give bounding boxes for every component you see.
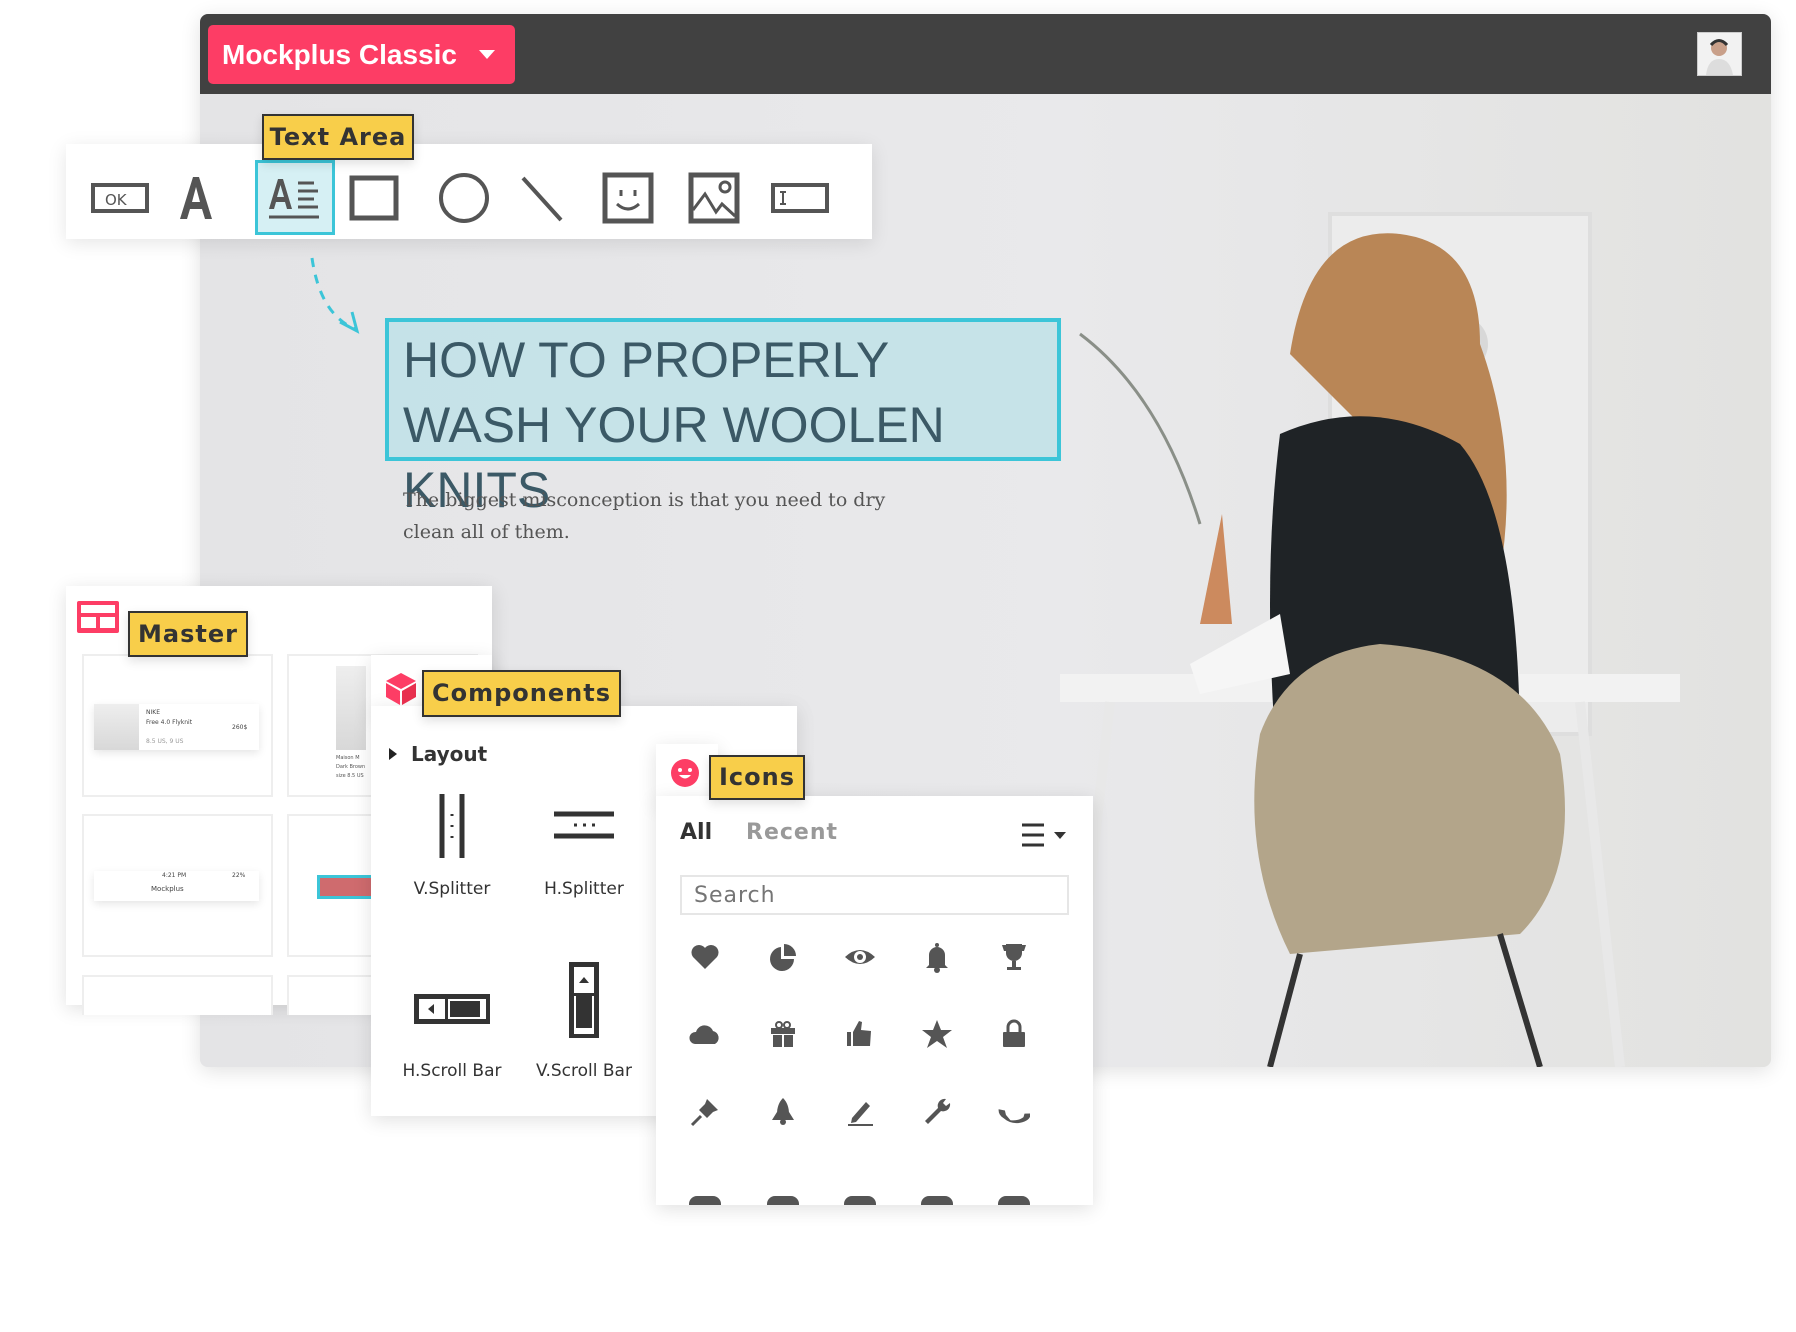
tool-text-input[interactable]: [760, 160, 840, 235]
thumb-size: size 8.5 US: [336, 773, 364, 779]
thumbs-up-icon[interactable]: [838, 1012, 882, 1056]
pie-chart-icon[interactable]: [761, 935, 805, 979]
thumb-time: 4:21 PM: [162, 872, 187, 879]
svg-text:OK: OK: [105, 191, 128, 209]
button-ok-icon: OK: [91, 182, 149, 213]
component-h-scroll-bar[interactable]: H.Scroll Bar: [377, 976, 527, 1081]
component-v-splitter[interactable]: V.Splitter: [377, 794, 527, 899]
list-view-menu-icon[interactable]: [1020, 822, 1070, 848]
component-label: V.Scroll Bar: [536, 1061, 632, 1081]
icons-label: Icons: [709, 755, 805, 800]
clipped-icon[interactable]: [767, 1196, 799, 1205]
trophy-icon[interactable]: [992, 935, 1036, 979]
tab-all[interactable]: All: [680, 820, 712, 845]
icons-smiley-icon: [671, 759, 699, 787]
tool-button[interactable]: OK: [81, 160, 161, 235]
thumb-size: 8.5 US, 9 US: [146, 738, 184, 745]
master-thumb[interactable]: 4:21 PM 22% Mockplus: [82, 814, 273, 957]
master-thumb[interactable]: NIKE Free 4.0 Flyknit 260$ 8.5 US, 9 US: [82, 654, 273, 797]
thumb-product: Dark Brown: [336, 764, 366, 770]
tool-line[interactable]: [502, 160, 582, 235]
thumb-product: Free 4.0 Flyknit: [146, 719, 193, 726]
icons-panel: All Recent: [656, 796, 1093, 1205]
master-icon: [77, 601, 119, 633]
text-area-icon: [269, 178, 319, 218]
thumb-price: 260$: [232, 724, 248, 731]
app-title: Mockplus Classic: [222, 39, 457, 70]
gift-icon[interactable]: [761, 1012, 805, 1056]
component-toolbar: OK: [66, 144, 872, 239]
icon-search-input[interactable]: [680, 875, 1069, 915]
component-label: H.Splitter: [544, 879, 624, 899]
body-text[interactable]: The biggest misconception is that you ne…: [403, 484, 923, 548]
letter-a-icon: [180, 176, 212, 219]
text-input-icon: [771, 182, 829, 213]
component-label: V.Splitter: [413, 879, 491, 899]
thumb-battery: 22%: [232, 872, 246, 879]
smiley-icon: [602, 172, 654, 223]
h-scroll-bar-icon: [414, 994, 490, 1024]
tool-circle[interactable]: [424, 160, 504, 235]
avatar[interactable]: [1697, 32, 1742, 76]
circle-icon: [439, 172, 489, 223]
component-label: H.Scroll Bar: [402, 1061, 502, 1081]
rectangle-icon: [349, 175, 399, 220]
tool-label[interactable]: [156, 160, 236, 235]
text-area-tooltip: Text Area: [262, 114, 414, 160]
v-splitter-icon: [439, 794, 465, 858]
bell-icon[interactable]: [915, 935, 959, 979]
rocket-icon[interactable]: [761, 1090, 805, 1134]
tab-recent[interactable]: Recent: [746, 820, 838, 845]
dashed-arrow-icon: [310, 257, 360, 334]
image-icon: [688, 172, 740, 223]
caret-down-icon: [479, 50, 495, 59]
tool-icon[interactable]: [588, 160, 668, 235]
thumb-title: Mockplus: [151, 885, 184, 893]
cloud-icon[interactable]: [683, 1012, 727, 1056]
star-icon[interactable]: [915, 1012, 959, 1056]
title-bar: Mockplus Classic: [200, 14, 1771, 94]
eye-icon[interactable]: [838, 935, 882, 979]
clipped-icon[interactable]: [921, 1196, 953, 1205]
phone-icon[interactable]: [992, 1090, 1036, 1134]
thumb-brand: NIKE: [146, 709, 160, 716]
pin-icon[interactable]: [683, 1090, 727, 1134]
thumb-brand: Maison M: [336, 755, 360, 761]
master-thumb[interactable]: [82, 975, 273, 1015]
component-h-splitter[interactable]: H.Splitter: [509, 794, 659, 899]
master-label: Master: [128, 611, 248, 657]
lock-icon[interactable]: [992, 1012, 1036, 1056]
headline-text-area[interactable]: HOW TO PROPERLY WASH YOUR WOOLEN KNITS: [385, 318, 1061, 518]
layout-section-header[interactable]: Layout: [389, 742, 487, 766]
h-splitter-icon: [554, 811, 614, 839]
tool-image[interactable]: [674, 160, 754, 235]
line-icon: [521, 176, 563, 221]
clipped-icon[interactable]: [844, 1196, 876, 1205]
heart-icon[interactable]: [683, 935, 727, 979]
clipped-icon[interactable]: [998, 1196, 1030, 1205]
components-cube-icon: [386, 673, 416, 705]
components-label: Components: [422, 670, 621, 717]
component-v-scroll-bar[interactable]: V.Scroll Bar: [509, 962, 659, 1081]
clipped-icon[interactable]: [689, 1196, 721, 1205]
layout-section-label: Layout: [411, 742, 488, 766]
app-menu-button[interactable]: Mockplus Classic: [208, 25, 515, 84]
wrench-icon[interactable]: [915, 1090, 959, 1134]
caret-right-icon: [389, 748, 397, 760]
tool-text-area[interactable]: [255, 160, 335, 235]
tool-rectangle[interactable]: [334, 160, 414, 235]
v-scroll-bar-icon: [569, 962, 599, 1038]
pencil-icon[interactable]: [838, 1090, 882, 1134]
